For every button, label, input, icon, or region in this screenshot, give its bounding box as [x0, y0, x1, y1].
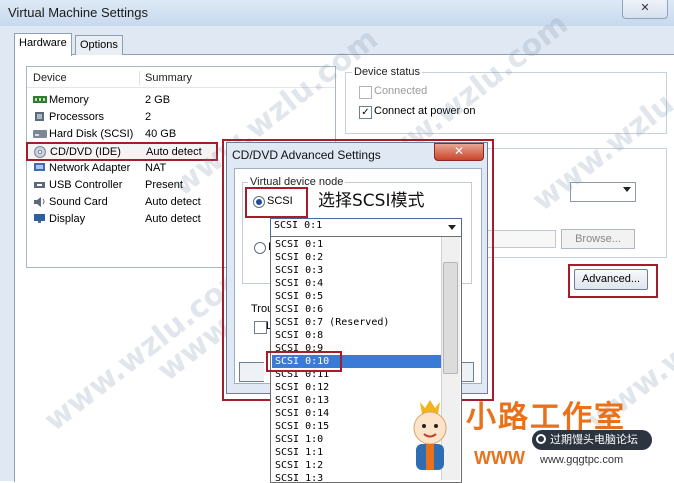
device-summary: 2 — [145, 111, 152, 123]
window-close-button[interactable]: ✕ — [622, 0, 668, 19]
option-item[interactable]: SCSI 0:4 — [272, 277, 445, 290]
dialog-title: CD/DVD Advanced Settings — [232, 148, 381, 162]
option-item[interactable]: SCSI 0:3 — [272, 264, 445, 277]
tab-hardware[interactable]: Hardware — [14, 33, 72, 56]
device-summary: 40 GB — [145, 128, 177, 140]
scsi-radio-label: SCSI — [267, 195, 293, 207]
sound-card-icon — [33, 196, 46, 207]
device-status-label: Device status — [352, 66, 423, 78]
device-name: Memory — [49, 94, 89, 106]
forum-badge-label: 过期馒头电脑论坛 — [550, 434, 638, 446]
chevron-down-icon — [448, 225, 456, 230]
usb-icon — [33, 179, 46, 190]
mascot-logo — [398, 392, 462, 478]
device-name: Display — [49, 213, 86, 225]
device-name: Sound Card — [49, 196, 108, 208]
option-item[interactable]: SCSI 0:7 (Reserved) — [272, 316, 445, 329]
browse-button[interactable]: Browse... — [561, 229, 635, 249]
network-adapter-icon — [33, 162, 46, 173]
device-summary: Auto detect — [145, 213, 201, 225]
device-summary: NAT — [145, 162, 167, 174]
device-name: CD/DVD (IDE) — [50, 146, 121, 158]
device-name: Processors — [49, 111, 105, 123]
badge-circle-icon — [536, 434, 546, 444]
dialog-close-button[interactable]: ✕ — [434, 143, 484, 161]
selected-option-highlight — [266, 351, 342, 372]
scsi-radio[interactable] — [253, 196, 265, 208]
hard-disk-icon — [33, 128, 47, 139]
window-title: Virtual Machine Settings — [8, 5, 148, 20]
device-name: USB Controller — [49, 179, 123, 191]
option-item[interactable]: SCSI 0:5 — [272, 290, 445, 303]
chevron-down-icon — [623, 187, 631, 192]
device-summary: 2 GB — [145, 94, 171, 106]
cd-dvd-icon — [34, 146, 47, 158]
connected-label: Connected — [374, 85, 428, 97]
option-item[interactable]: SCSI 0:2 — [272, 251, 445, 264]
advanced-button[interactable]: Advanced... — [574, 269, 648, 290]
display-icon — [33, 213, 46, 224]
option-item[interactable]: SCSI 0:6 — [272, 303, 445, 316]
tab-options[interactable]: Options — [75, 35, 123, 55]
annotation-text: 选择SCSI模式 — [318, 191, 425, 211]
connect-at-power-on-checkbox[interactable]: ✓ — [359, 106, 372, 119]
device-name: Hard Disk (SCSI) — [49, 128, 134, 140]
memory-icon — [33, 94, 47, 105]
scrollbar-thumb[interactable] — [443, 262, 458, 374]
column-header-device[interactable]: Device — [33, 72, 67, 84]
site-url: www.gqgtpc.com — [540, 454, 624, 466]
connected-checkbox[interactable] — [359, 86, 372, 99]
column-header-summary[interactable]: Summary — [145, 72, 192, 84]
forum-badge: 过期馒头电脑论坛 — [532, 430, 652, 450]
brand-www: WWW — [474, 448, 525, 468]
ok-button[interactable] — [239, 362, 264, 382]
scsi-node-value: SCSI 0:1 — [274, 220, 323, 231]
option-item[interactable]: SCSI 0:1 — [272, 238, 445, 251]
processor-icon — [33, 111, 46, 122]
ide-radio[interactable] — [254, 242, 266, 254]
device-name: Network Adapter — [49, 162, 131, 174]
option-item[interactable]: SCSI 0:8 — [272, 329, 445, 342]
